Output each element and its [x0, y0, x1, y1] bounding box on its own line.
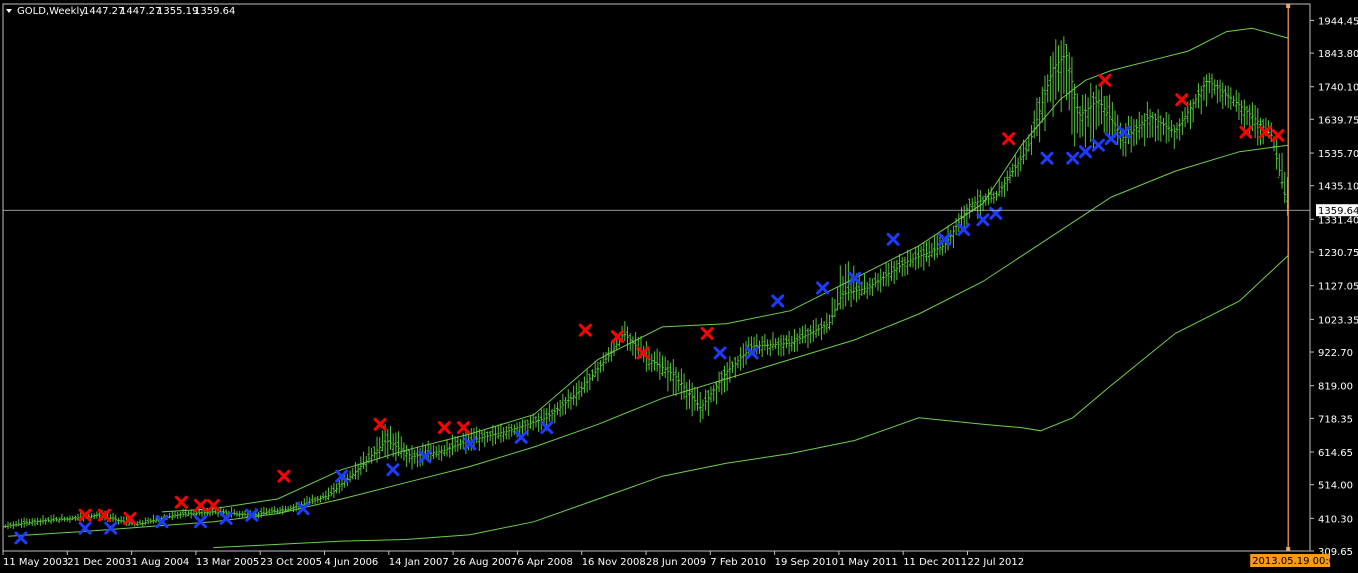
- x-tick-label: 11 Dec 2011: [903, 557, 967, 568]
- y-tick-label: 1023.35: [1318, 315, 1358, 326]
- y-tick-label: 1230.75: [1318, 248, 1358, 259]
- y-tick-label: 718.35: [1318, 414, 1353, 425]
- chart-header: GOLD,Weekly 1447.27 1447.27 1355.19 1359…: [6, 6, 235, 17]
- y-tick-label: 1740.10: [1318, 83, 1358, 94]
- y-tick-label: 922.70: [1318, 348, 1353, 359]
- current-price-badge: 1359.64: [1316, 204, 1358, 217]
- y-tick-label: 1843.80: [1318, 49, 1358, 60]
- x-tick-label: 4 Jun 2006: [325, 557, 379, 568]
- y-tick-label: 1535.70: [1318, 149, 1358, 160]
- y-tick-label: 410.30: [1318, 514, 1353, 525]
- x-tick-label: 1 Aug 2004: [132, 557, 190, 568]
- x-tick-label: 16 Nov 2008: [582, 557, 646, 568]
- cursor-handle-top[interactable]: [1286, 4, 1291, 8]
- x-tick-label: 21 Dec 2003: [67, 557, 131, 568]
- x-tick-label: 11 May 2003: [3, 557, 68, 568]
- cursor-date-badge-label: 2013.05.19 00:00: [1252, 556, 1341, 567]
- y-tick-label: 1127.05: [1318, 282, 1358, 293]
- ohlc-high: 1447.27: [120, 6, 161, 17]
- x-tick-label: 1 May 2011: [839, 557, 898, 568]
- chart-background: [0, 0, 1358, 573]
- y-tick-label: 1944.45: [1318, 16, 1358, 27]
- ohlc-low: 1355.19: [157, 6, 198, 17]
- x-tick-label: 19 Sep 2010: [775, 557, 838, 568]
- y-tick-label: 819.00: [1318, 382, 1353, 393]
- x-tick-label: 14 Jan 2007: [389, 557, 449, 568]
- x-tick-label: 22 Jul 2012: [968, 557, 1025, 568]
- x-tick-label: 28 Jun 2009: [646, 557, 706, 568]
- x-tick-label: 7 Feb 2010: [710, 557, 766, 568]
- ohlc-open: 1447.27: [83, 6, 124, 17]
- symbol-label: GOLD,Weekly: [17, 6, 85, 17]
- y-tick-label: 514.00: [1318, 481, 1353, 492]
- current-price-badge-label: 1359.64: [1318, 206, 1358, 217]
- x-tick-label: 6 Apr 2008: [517, 557, 572, 568]
- y-tick-label: 614.65: [1318, 448, 1353, 459]
- cursor-date-badge: 2013.05.19 00:00: [1250, 554, 1341, 567]
- x-tick-label: 13 Mar 2005: [196, 557, 259, 568]
- x-tick-label: 26 Aug 2007: [453, 557, 517, 568]
- chart-root: 1944.45 1843.80 1740.10 1639.75 1535.70 1435.…: [0, 0, 1358, 573]
- cursor-handle-bottom[interactable]: [1286, 547, 1291, 551]
- ohlc-close: 1359.64: [194, 6, 235, 17]
- x-tick-label: 23 Oct 2005: [260, 557, 322, 568]
- y-tick-label: 1435.10: [1318, 182, 1358, 193]
- y-tick-label: 1639.75: [1318, 115, 1358, 126]
